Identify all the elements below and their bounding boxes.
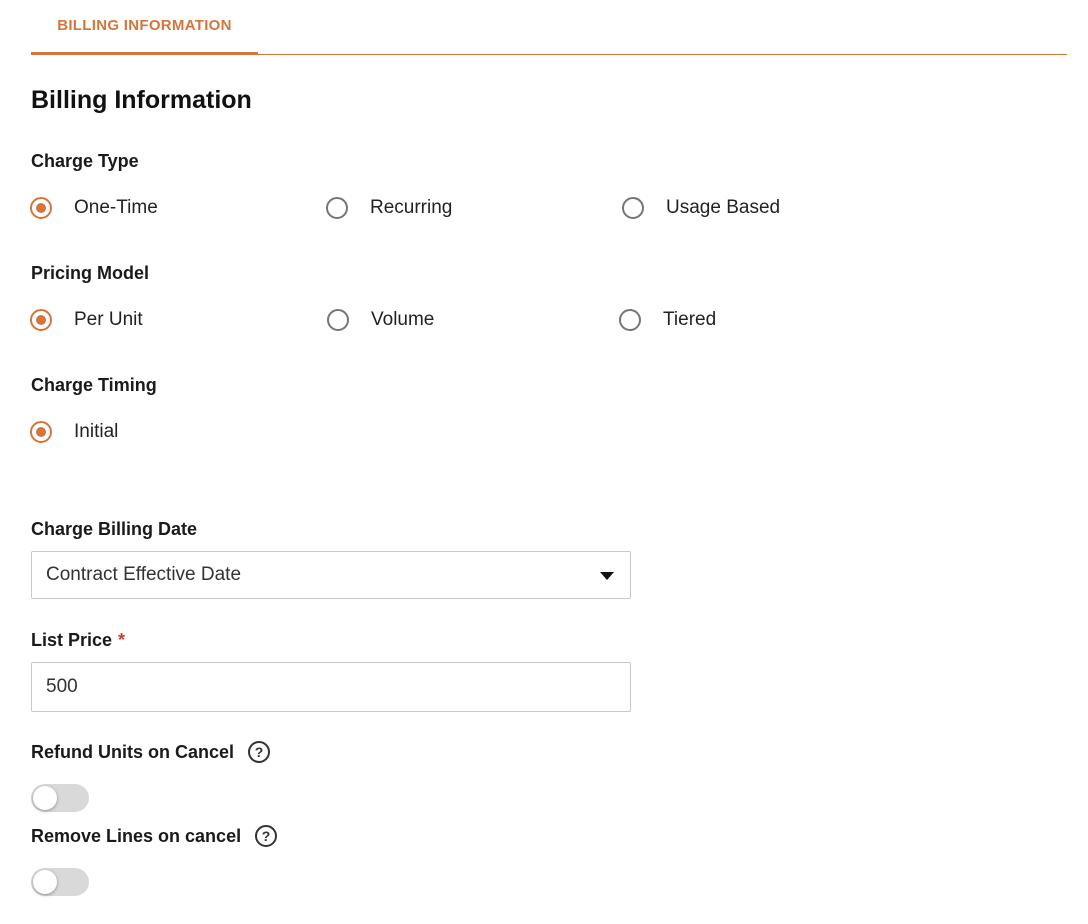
radio-label: Usage Based [666, 197, 781, 218]
radio-label: Tiered [663, 309, 717, 330]
remove-lines-toggle[interactable] [31, 868, 89, 896]
radio-label: Per Unit [74, 309, 143, 330]
radio-label: Volume [371, 309, 435, 330]
charge-billing-date-select[interactable]: Contract Effective Date [31, 551, 631, 599]
radio-checked-icon [30, 421, 52, 443]
radio-unchecked-icon [327, 309, 349, 331]
list-price-label-text: List Price [31, 630, 113, 650]
list-price-value: 500 [46, 676, 78, 697]
page-title: Billing Information [31, 86, 252, 114]
toggle-knob [33, 870, 57, 894]
radio-unchecked-icon [622, 197, 644, 219]
caret-down-icon [600, 572, 614, 580]
radio-checked-icon [30, 309, 52, 331]
tab-bar: BILLING INFORMATION [31, 0, 1067, 55]
radio-unchecked-icon [326, 197, 348, 219]
help-icon[interactable]: ? [255, 825, 278, 847]
tab-billing-information[interactable]: BILLING INFORMATION [31, 0, 258, 55]
charge-type-label: Charge Type [31, 151, 139, 171]
list-price-label: List Price * [31, 630, 125, 651]
radio-checked-icon [30, 197, 52, 219]
refund-units-label-text: Refund Units on Cancel [31, 741, 235, 762]
refund-units-label: Refund Units on Cancel ? [31, 741, 271, 763]
remove-lines-label: Remove Lines on cancel ? [31, 825, 278, 847]
help-icon[interactable]: ? [248, 741, 271, 763]
toggle-knob [33, 786, 57, 810]
charge-timing-label: Charge Timing [31, 375, 157, 395]
radio-unchecked-icon [619, 309, 641, 331]
refund-units-toggle[interactable] [31, 784, 89, 812]
radio-pricing-volume[interactable]: Volume [327, 309, 434, 331]
radio-label: Initial [74, 421, 119, 442]
radio-label: One-Time [74, 197, 158, 218]
charge-billing-date-label: Charge Billing Date [31, 519, 198, 539]
charge-billing-date-value: Contract Effective Date [46, 564, 242, 585]
pricing-model-label: Pricing Model [31, 263, 150, 283]
radio-charge-timing-initial[interactable]: Initial [30, 421, 118, 443]
radio-label: Recurring [370, 197, 453, 218]
radio-pricing-tiered[interactable]: Tiered [619, 309, 716, 331]
tab-billing-information-label: BILLING INFORMATION [57, 17, 232, 34]
radio-pricing-per-unit[interactable]: Per Unit [30, 309, 143, 331]
radio-charge-type-recurring[interactable]: Recurring [326, 197, 452, 219]
radio-charge-type-usage-based[interactable]: Usage Based [622, 197, 780, 219]
list-price-input[interactable]: 500 [31, 662, 631, 712]
remove-lines-label-text: Remove Lines on cancel [31, 825, 242, 846]
required-asterisk: * [118, 630, 126, 650]
radio-charge-type-one-time[interactable]: One-Time [30, 197, 158, 219]
